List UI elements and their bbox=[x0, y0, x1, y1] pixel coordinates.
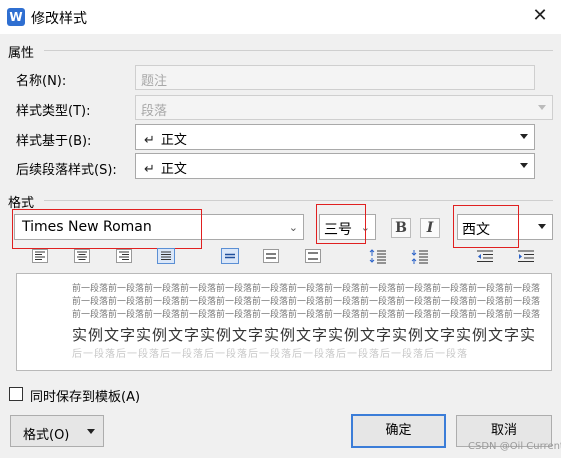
align-center-icon[interactable] bbox=[74, 249, 92, 265]
based-on-select[interactable]: ↵ 正文 bbox=[135, 124, 535, 150]
font-name-value: Times New Roman bbox=[22, 219, 152, 235]
name-value: 题注 bbox=[141, 74, 168, 89]
based-on-value: 正文 bbox=[160, 133, 187, 148]
name-field[interactable]: 题注 bbox=[135, 65, 535, 90]
chevron-down-icon: ⌄ bbox=[360, 221, 370, 234]
bold-button[interactable]: B bbox=[391, 218, 411, 238]
style-type-select[interactable]: 段落 bbox=[135, 95, 553, 120]
based-on-label: 样式基于(B): bbox=[16, 134, 92, 149]
script-select[interactable]: 西文 bbox=[457, 214, 553, 240]
line-spacing-single-icon[interactable] bbox=[221, 248, 239, 264]
save-to-template-label[interactable]: 同时保存到模板(A) bbox=[30, 386, 140, 405]
italic-button[interactable]: I bbox=[420, 218, 440, 238]
preview-next-line: 后一段落后一段落后一段落后一段落后一段落后一段落后一段落后一段落后一段落 bbox=[72, 349, 468, 360]
style-type-label: 样式类型(T): bbox=[16, 104, 91, 119]
save-to-template-checkbox[interactable] bbox=[9, 387, 23, 401]
format-section-title: 格式 bbox=[8, 196, 35, 211]
indent-increase-icon[interactable] bbox=[517, 249, 535, 265]
script-value: 西文 bbox=[462, 222, 490, 238]
font-name-combobox[interactable]: Times New Roman ⌄ bbox=[14, 214, 304, 240]
ok-button[interactable]: 确定 bbox=[351, 414, 446, 448]
next-style-select[interactable]: ↵ 正文 bbox=[135, 153, 535, 179]
align-left-icon[interactable] bbox=[32, 249, 50, 265]
chevron-down-icon bbox=[538, 224, 546, 229]
preview-sample-text: 实例文字实例文字实例文字实例文字实例文字实例文字实例文字实 bbox=[72, 326, 537, 344]
space-before-increase-icon[interactable] bbox=[369, 248, 387, 264]
chevron-down-icon bbox=[520, 134, 528, 139]
style-type-value: 段落 bbox=[141, 104, 168, 119]
next-style-label: 后续段落样式(S): bbox=[16, 163, 117, 178]
align-right-icon[interactable] bbox=[116, 249, 134, 265]
wps-app-icon: W bbox=[7, 8, 25, 26]
preview-prev-line: 前一段落前一段落前一段落前一段落前一段落前一段落前一段落前一段落前一段落前一段落… bbox=[72, 284, 541, 294]
format-menu-button[interactable]: 格式(O) bbox=[10, 415, 104, 447]
next-style-value: 正文 bbox=[160, 162, 187, 177]
preview-prev-line: 前一段落前一段落前一段落前一段落前一段落前一段落前一段落前一段落前一段落前一段落… bbox=[72, 310, 541, 320]
chevron-down-icon: ⌄ bbox=[288, 221, 298, 234]
format-menu-label: 格式(O) bbox=[23, 428, 70, 443]
line-spacing-1-5-icon[interactable] bbox=[263, 249, 281, 265]
name-label: 名称(N): bbox=[16, 74, 67, 89]
space-before-decrease-icon[interactable] bbox=[411, 248, 429, 264]
indent-decrease-icon[interactable] bbox=[476, 249, 494, 265]
dialog-title: 修改样式 bbox=[31, 11, 87, 27]
format-divider bbox=[44, 200, 553, 201]
font-size-combobox[interactable]: 三号 ⌄ bbox=[319, 214, 376, 240]
preview-prev-line: 前一段落前一段落前一段落前一段落前一段落前一段落前一段落前一段落前一段落前一段落… bbox=[72, 297, 541, 307]
paragraph-return-icon: ↵ bbox=[144, 162, 155, 177]
dropdown-arrow-icon bbox=[87, 429, 95, 434]
chevron-down-icon bbox=[538, 105, 546, 110]
style-preview: 前一段落前一段落前一段落前一段落前一段落前一段落前一段落前一段落前一段落前一段落… bbox=[16, 273, 552, 371]
chevron-down-icon bbox=[520, 163, 528, 168]
properties-section-title: 属性 bbox=[8, 46, 35, 61]
line-spacing-double-icon[interactable] bbox=[305, 249, 323, 265]
watermark: CSDN @Oil Current bbox=[468, 441, 561, 452]
properties-divider bbox=[44, 50, 553, 51]
font-size-value: 三号 bbox=[324, 222, 352, 238]
paragraph-return-icon: ↵ bbox=[144, 133, 155, 148]
close-icon[interactable]: ✕ bbox=[528, 5, 552, 29]
align-justify-icon[interactable] bbox=[157, 248, 175, 264]
